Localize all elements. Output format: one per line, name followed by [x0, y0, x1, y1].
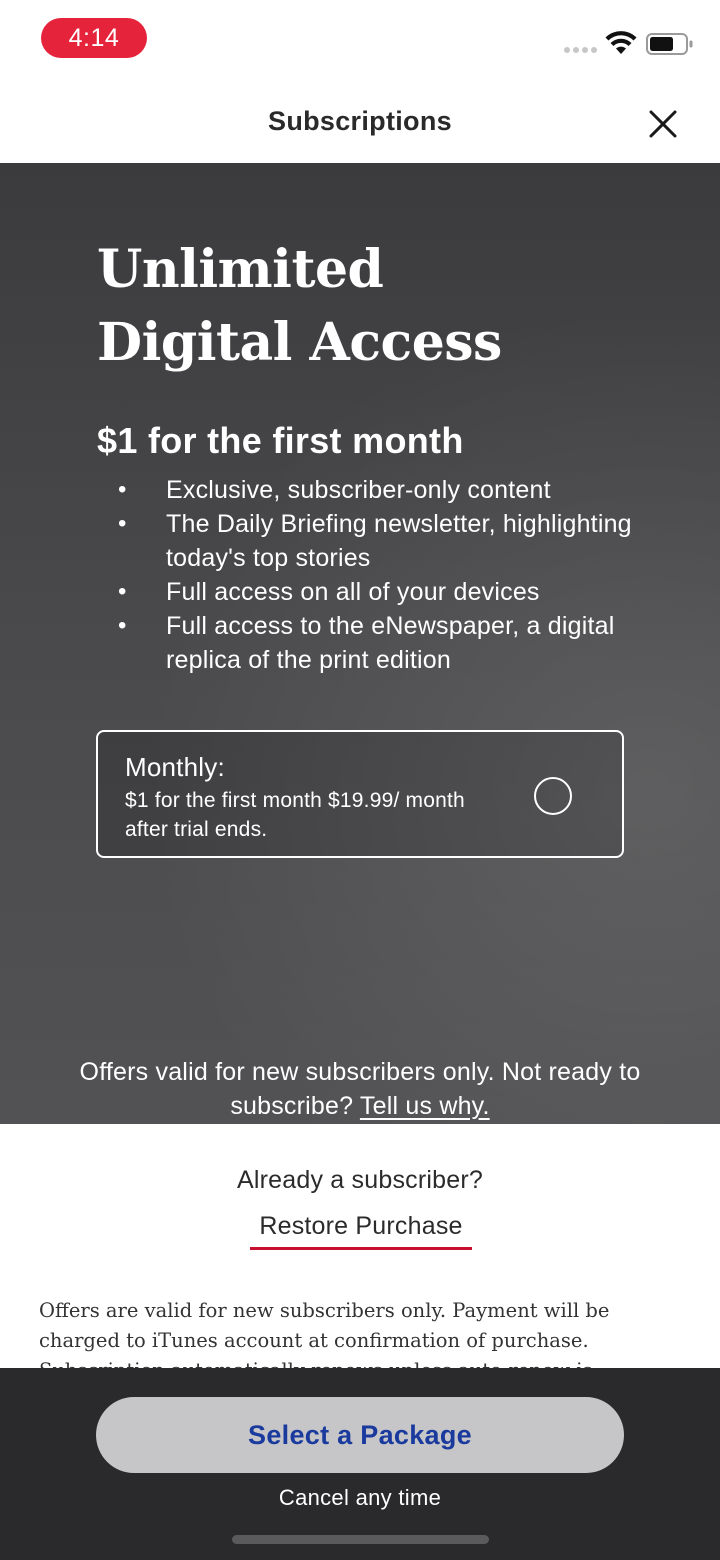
select-package-button[interactable]: Select a Package [96, 1397, 624, 1473]
status-bar: 4:14 [0, 0, 720, 80]
legal-text: Offers are valid for new subscribers onl… [39, 1299, 610, 1368]
wifi-icon [605, 31, 637, 54]
feature-item: Full access on all of your devices [110, 575, 670, 609]
battery-icon [646, 33, 693, 55]
headline-line-2: Digital Access [97, 312, 502, 373]
feature-item: Exclusive, subscriber-only content [110, 473, 670, 507]
offer-headline: Unlimited Digital Access [97, 233, 657, 379]
header: Subscriptions [0, 80, 720, 163]
page-title: Subscriptions [268, 106, 452, 136]
plan-radio-button[interactable] [534, 777, 572, 815]
monthly-plan-option[interactable]: Monthly: $1 for the first month $19.99/ … [96, 730, 624, 858]
headline-line-1: Unlimited [97, 239, 384, 300]
plan-name: Monthly: [125, 752, 225, 782]
offer-note: Offers valid for new subscribers only. N… [20, 1055, 700, 1123]
subscriber-section: Already a subscriber? Restore Purchase O… [0, 1124, 720, 1368]
close-icon[interactable] [643, 104, 683, 144]
status-time: 4:14 [41, 18, 147, 58]
offer-hero: Unlimited Digital Access $1 for the firs… [0, 163, 720, 1124]
plan-description: $1 for the first month $19.99/ month aft… [125, 789, 465, 841]
signal-dots-icon [564, 47, 598, 53]
feature-list: Exclusive, subscriber-only content The D… [110, 473, 670, 677]
home-indicator[interactable] [232, 1535, 489, 1544]
restore-purchase-link[interactable]: Restore Purchase [250, 1212, 472, 1250]
already-subscriber-label: Already a subscriber? [237, 1166, 483, 1194]
cancel-note: Cancel any time [278, 1485, 442, 1510]
tell-us-why-link[interactable]: Tell us why. [360, 1092, 490, 1120]
feature-item: Full access to the eNewspaper, a digital… [110, 609, 670, 677]
bottom-bar: Select a Package Cancel any time [0, 1368, 720, 1560]
price-heading: $1 for the first month [97, 420, 464, 461]
feature-item: The Daily Briefing newsletter, highlight… [110, 507, 670, 575]
